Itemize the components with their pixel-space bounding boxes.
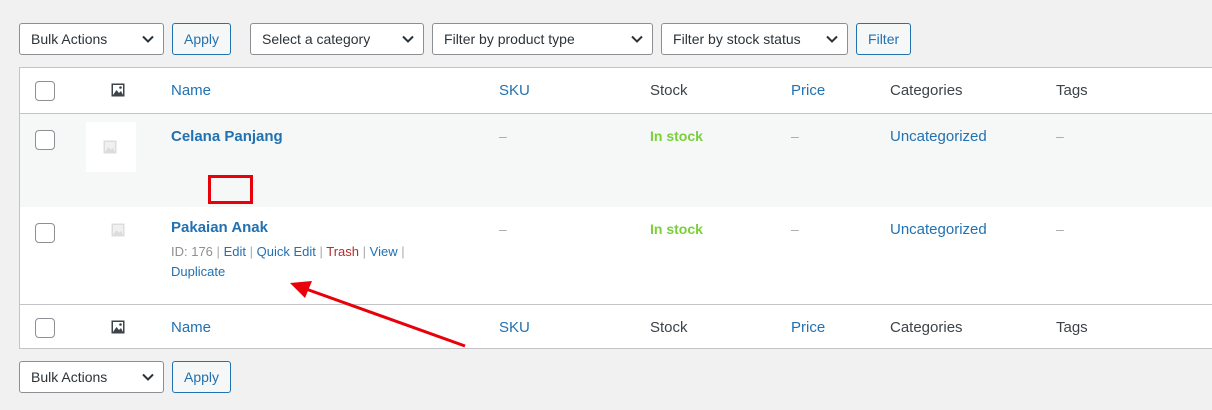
category-link[interactable]: Uncategorized xyxy=(890,221,987,238)
image-placeholder-icon[interactable] xyxy=(111,223,125,237)
stock-status-select-label: Filter by stock status xyxy=(673,31,801,47)
chevron-down-icon xyxy=(631,35,643,43)
column-name[interactable]: Name xyxy=(171,319,211,336)
table-footer: Name SKU Stock Price Categories Tags xyxy=(20,304,1212,349)
select-all-checkbox[interactable] xyxy=(35,81,55,101)
image-icon xyxy=(111,83,125,97)
sku-value: – xyxy=(499,221,507,237)
chevron-down-icon xyxy=(826,35,838,43)
image-placeholder-icon xyxy=(103,140,117,154)
products-table: Name SKU Stock Price Categories Tags Cel… xyxy=(19,67,1212,349)
category-select[interactable]: Select a category xyxy=(250,23,425,55)
column-tags: Tags xyxy=(1056,82,1088,99)
duplicate-link[interactable]: Duplicate xyxy=(171,264,225,279)
column-stock: Stock xyxy=(650,319,688,336)
product-name-link[interactable]: Pakaian Anak xyxy=(171,219,268,236)
bulk-actions-label: Bulk Actions xyxy=(31,31,108,47)
price-value: – xyxy=(791,128,799,144)
column-categories: Categories xyxy=(890,319,963,336)
top-toolbar: Bulk Actions Apply Select a category Fil… xyxy=(19,19,912,59)
category-link[interactable]: Uncategorized xyxy=(890,128,987,145)
image-icon xyxy=(111,320,125,334)
apply-button[interactable]: Apply xyxy=(172,361,232,393)
tags-value: – xyxy=(1056,221,1064,237)
chevron-down-icon xyxy=(142,35,154,43)
column-sku[interactable]: SKU xyxy=(499,319,530,336)
bottom-toolbar: Bulk Actions Apply xyxy=(19,357,232,397)
row-checkbox[interactable] xyxy=(35,223,55,243)
separator: | xyxy=(249,244,253,259)
table-row: Pakaian Anak ID: 176 | Edit | Quick Edit… xyxy=(20,207,1212,304)
category-select-label: Select a category xyxy=(262,31,371,47)
view-link[interactable]: View xyxy=(370,244,398,259)
tags-value: – xyxy=(1056,128,1064,144)
column-tags: Tags xyxy=(1056,319,1088,336)
apply-button[interactable]: Apply xyxy=(172,23,232,55)
separator: | xyxy=(401,244,405,259)
separator: | xyxy=(319,244,323,259)
select-all-checkbox[interactable] xyxy=(35,318,55,338)
stock-status: In stock xyxy=(650,221,703,237)
product-id: ID: 176 xyxy=(171,244,213,259)
chevron-down-icon xyxy=(142,373,154,381)
product-type-select[interactable]: Filter by product type xyxy=(432,23,654,55)
product-name-link[interactable]: Celana Panjang xyxy=(171,128,283,145)
stock-status-select[interactable]: Filter by stock status xyxy=(661,23,849,55)
column-name[interactable]: Name xyxy=(171,82,211,99)
column-sku[interactable]: SKU xyxy=(499,82,530,99)
bulk-actions-select[interactable]: Bulk Actions xyxy=(19,23,164,55)
separator: | xyxy=(216,244,220,259)
price-value: – xyxy=(791,221,799,237)
sku-value: – xyxy=(499,128,507,144)
product-thumbnail[interactable] xyxy=(86,122,136,172)
bulk-actions-label: Bulk Actions xyxy=(31,369,108,385)
product-type-select-label: Filter by product type xyxy=(444,31,575,47)
quick-edit-link[interactable]: Quick Edit xyxy=(257,244,316,259)
edit-link[interactable]: Edit xyxy=(224,244,246,259)
row-checkbox[interactable] xyxy=(35,130,55,150)
column-price[interactable]: Price xyxy=(791,82,825,99)
column-categories: Categories xyxy=(890,82,963,99)
stock-status: In stock xyxy=(650,128,703,144)
table-header: Name SKU Stock Price Categories Tags xyxy=(20,68,1212,114)
row-actions: ID: 176 | Edit | Quick Edit | Trash | Vi… xyxy=(171,242,471,282)
column-price[interactable]: Price xyxy=(791,319,825,336)
filter-button[interactable]: Filter xyxy=(856,23,912,55)
separator: | xyxy=(362,244,367,259)
chevron-down-icon xyxy=(402,35,414,43)
trash-link[interactable]: Trash xyxy=(326,244,359,259)
table-row: Celana Panjang – In stock – Uncategorize… xyxy=(20,114,1212,207)
column-stock: Stock xyxy=(650,82,688,99)
bulk-actions-select[interactable]: Bulk Actions xyxy=(19,361,164,393)
